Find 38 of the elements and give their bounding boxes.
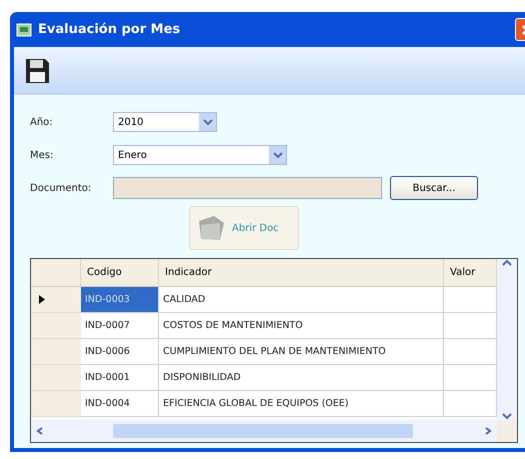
save-icon[interactable] — [24, 57, 50, 85]
row-header[interactable] — [31, 287, 81, 313]
table-cell[interactable]: CALIDAD — [159, 287, 444, 313]
column-header[interactable]: Valor — [444, 259, 497, 287]
table-cell[interactable]: IND-0001 — [81, 365, 159, 391]
document-label: Documento: — [30, 182, 92, 194]
table-cell[interactable] — [444, 365, 497, 391]
search-button[interactable]: Buscar... — [390, 176, 478, 200]
table-cell[interactable] — [444, 391, 497, 417]
table-cell[interactable]: IND-0004 — [81, 391, 159, 417]
window-icon — [16, 22, 32, 36]
column-header[interactable]: Indicador — [159, 259, 444, 287]
table-cell[interactable] — [444, 313, 497, 339]
table-cell[interactable]: IND-0006 — [81, 339, 159, 365]
year-dropdown[interactable]: 2010 — [113, 112, 217, 132]
vertical-scrollbar[interactable] — [497, 259, 517, 420]
window-title: Evaluación por Mes — [38, 22, 180, 37]
column-header[interactable]: Codigo — [81, 259, 159, 287]
table-cell[interactable]: CUMPLIMIENTO DEL PLAN DE MANTENIMIENTO — [159, 339, 444, 365]
folder-icon — [196, 213, 226, 243]
table-cell[interactable]: DISPONIBILIDAD — [159, 365, 444, 391]
month-dropdown[interactable]: Enero — [113, 145, 287, 165]
row-header-corner — [31, 259, 81, 287]
table-cell[interactable]: IND-0003 — [81, 287, 159, 313]
horizontal-scrollbar[interactable] — [31, 420, 497, 442]
scroll-up-icon[interactable] — [502, 259, 512, 267]
scroll-down-icon[interactable] — [502, 412, 512, 420]
scroll-left-icon[interactable] — [35, 427, 45, 435]
table-cell[interactable] — [444, 339, 497, 365]
table-cell[interactable]: IND-0007 — [81, 313, 159, 339]
table-cell[interactable]: COSTOS DE MANTENIMIENTO — [159, 313, 444, 339]
year-label: Año: — [30, 116, 54, 128]
month-label: Mes: — [30, 150, 54, 160]
current-row-icon — [39, 295, 45, 304]
table-cell[interactable]: EFICIENCIA GLOBAL DE EQUIPOS (OEE) — [159, 391, 444, 417]
scroll-right-icon[interactable] — [483, 427, 493, 435]
scrollbar-corner — [497, 420, 517, 442]
table-cell[interactable] — [444, 287, 497, 313]
